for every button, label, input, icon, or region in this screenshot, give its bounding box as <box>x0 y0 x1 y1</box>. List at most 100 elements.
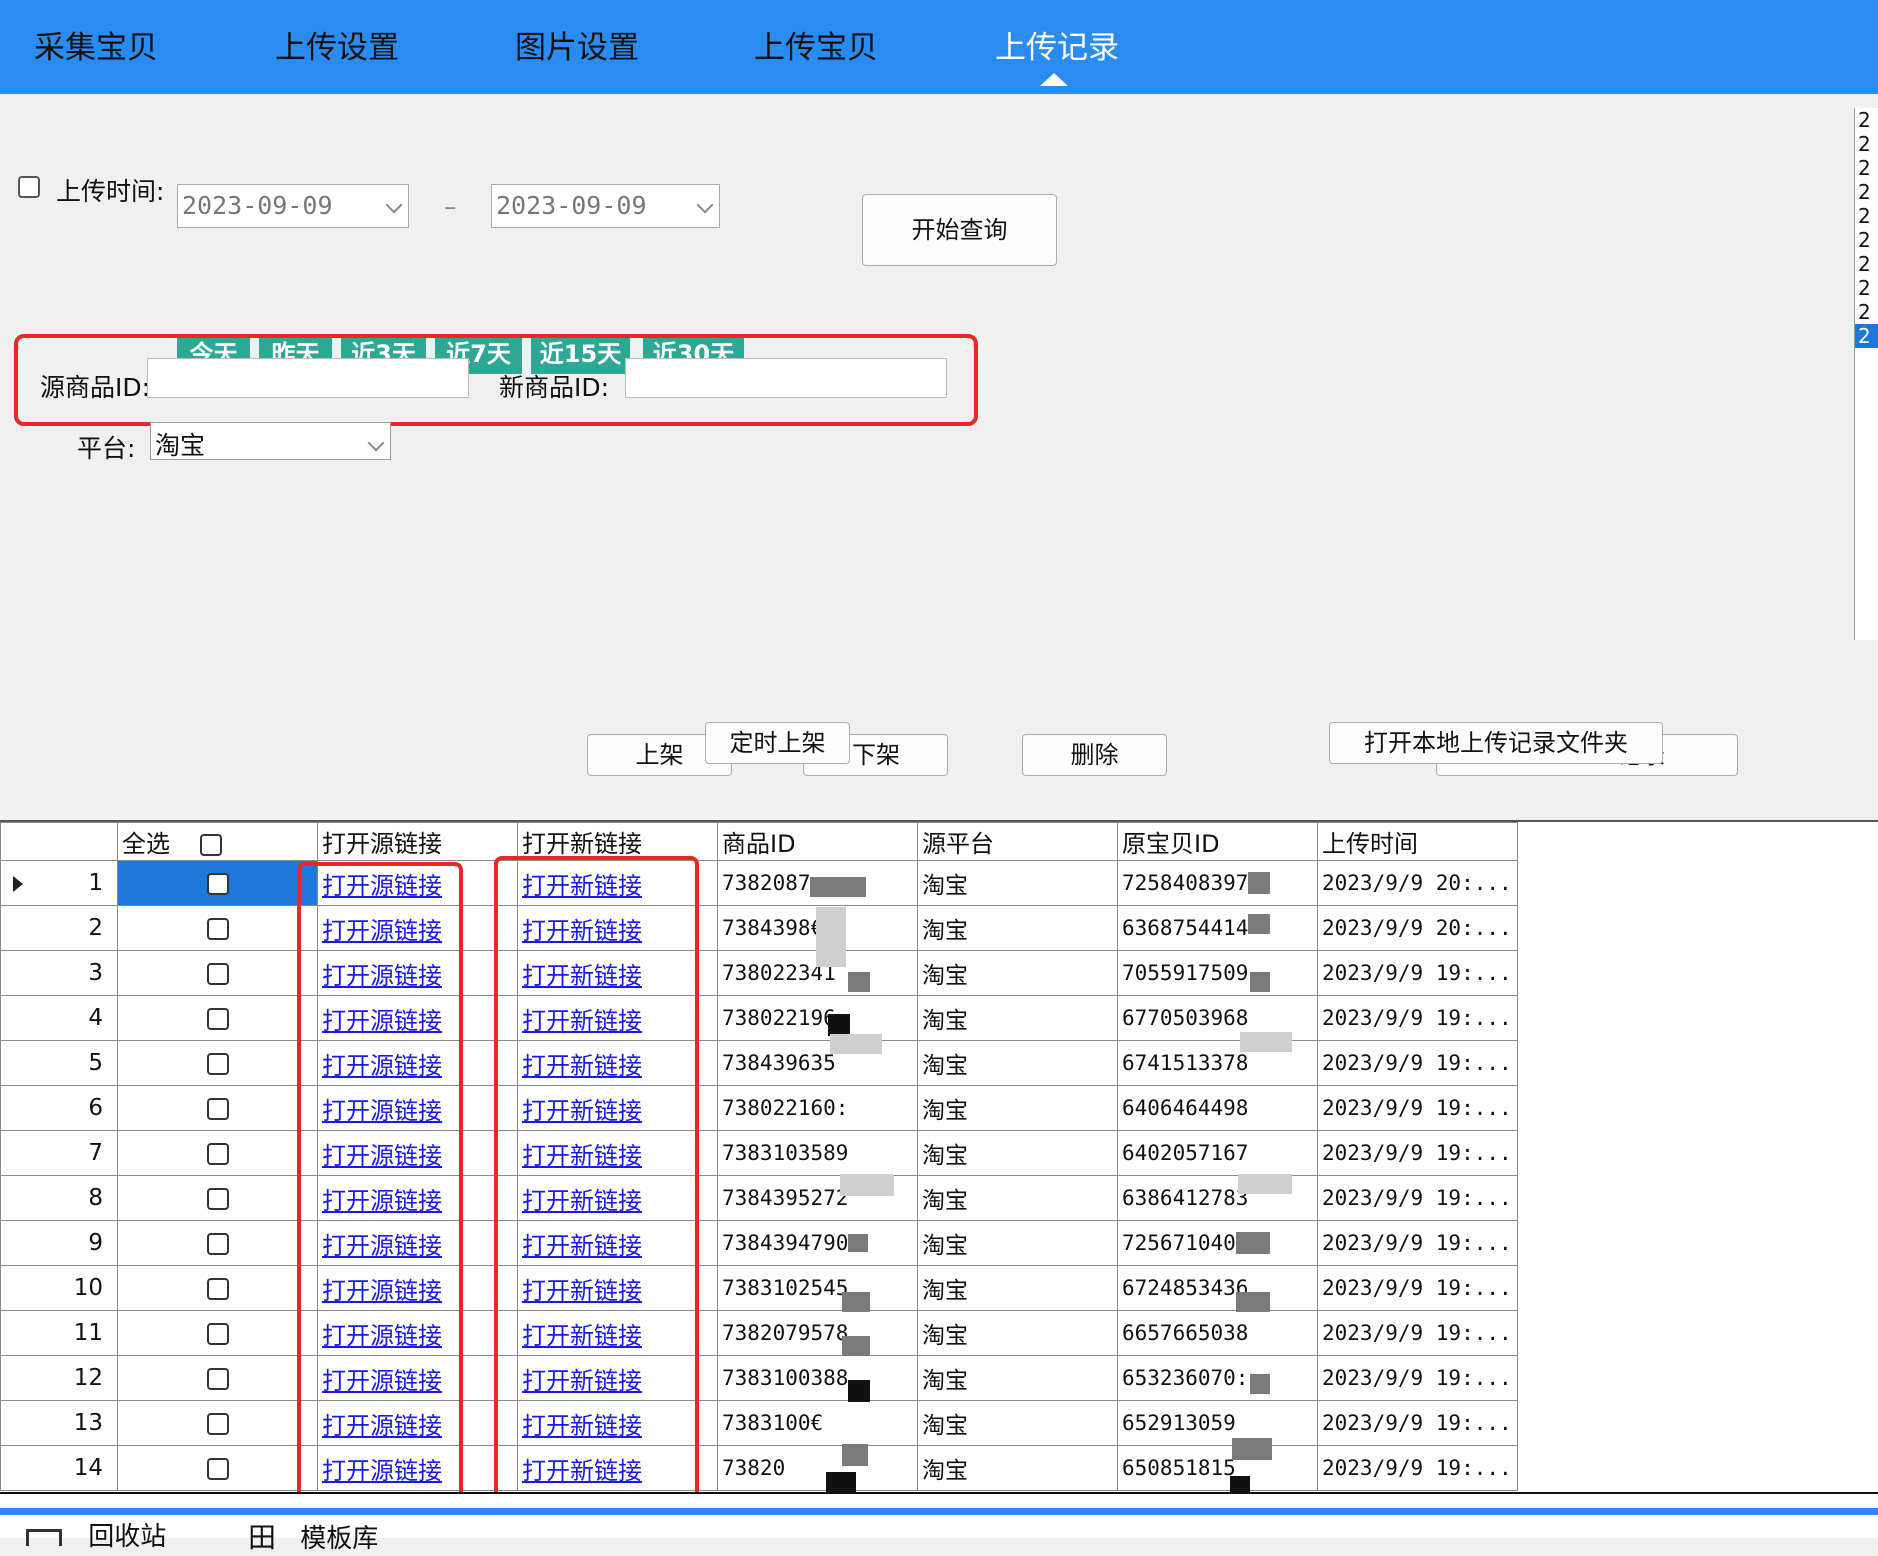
upload-time-cell-text: 2023/9/9 19:... <box>1322 1231 1512 1255</box>
row-checkbox[interactable] <box>206 872 229 895</box>
redaction-mark <box>810 877 866 897</box>
row-checkbox[interactable] <box>206 1412 229 1435</box>
upload-time-cell: 2023/9/9 19:... <box>1317 1130 1518 1176</box>
table-row[interactable]: 6 打开源链接 打开新链接 738022160: 淘宝 6406464498 2023/9/… <box>0 1085 1518 1131</box>
item-id-cell: 738022196 <box>717 995 918 1041</box>
platform-select[interactable]: 淘宝 <box>150 422 391 460</box>
original-id-cell-text: 6724853436 <box>1122 1276 1249 1300</box>
row-checkbox[interactable] <box>206 1322 229 1345</box>
original-id-cell: 72584083979 <box>1117 860 1318 906</box>
list-item[interactable]: 2 <box>1855 252 1878 276</box>
row-number-text: 1 <box>88 870 103 896</box>
bottom-accent-line <box>0 1508 1878 1515</box>
row-checkbox[interactable] <box>206 917 229 940</box>
list-item[interactable]: 2 <box>1855 108 1878 132</box>
row-checkbox[interactable] <box>206 1367 229 1390</box>
upload-time-cell-text: 2023/9/9 20:... <box>1322 916 1512 940</box>
end-date-picker[interactable]: 2023-09-09 <box>491 184 720 228</box>
source-platform-cell-text: 淘宝 <box>922 1368 968 1394</box>
item-id-cell-text: 7383100€ <box>722 1411 824 1435</box>
scheduled-list-button[interactable]: 定时上架 <box>705 722 850 764</box>
tab-upload-items[interactable]: 上传宝贝 <box>754 22 878 67</box>
row-checkbox[interactable] <box>206 1232 229 1255</box>
item-id-cell-text: 7382087 <box>722 871 811 895</box>
row-checkbox[interactable] <box>206 962 229 985</box>
table-row[interactable]: 7 打开源链接 打开新链接 7383103589 淘宝 6402057167 2023/9/… <box>0 1130 1518 1176</box>
delete-button[interactable]: 删除 <box>1022 734 1167 776</box>
list-item[interactable]: 2 <box>1855 204 1878 228</box>
row-checkbox[interactable] <box>206 1097 229 1120</box>
source-platform-cell: 淘宝 <box>917 1220 1118 1266</box>
tab-recycle-bin[interactable]: 回收站 <box>26 1516 166 1553</box>
list-item[interactable]: 2 <box>1855 300 1878 324</box>
row-number: 1 <box>0 860 118 906</box>
source-platform-cell-text: 淘宝 <box>922 1233 968 1259</box>
original-id-cell: 6724853436 <box>1117 1265 1318 1311</box>
list-item[interactable]: 2 <box>1855 156 1878 180</box>
table-row[interactable]: 3 打开源链接 打开新链接 738022341 淘宝 7055917509 2023/9/9… <box>0 950 1518 996</box>
start-query-button[interactable]: 开始查询 <box>862 194 1057 266</box>
source-platform-cell: 淘宝 <box>917 950 1118 996</box>
original-id-cell: 653236070: <box>1117 1355 1318 1401</box>
start-date-picker[interactable]: 2023-09-09 <box>177 184 409 228</box>
upload-time-cell-text: 2023/9/9 19:... <box>1322 1006 1512 1030</box>
original-id-cell-text: 7256710407 <box>1122 1231 1249 1255</box>
row-number-text: 11 <box>73 1320 103 1346</box>
list-item[interactable]: 2 <box>1855 228 1878 252</box>
row-select-cell <box>117 950 318 996</box>
tab-template-library[interactable]: 田 模板库 <box>248 1516 378 1556</box>
row-checkbox[interactable] <box>206 1142 229 1165</box>
table-row[interactable]: 13 打开源链接 打开新链接 7383100€ 淘宝 652913059 2023/9/9 … <box>0 1400 1518 1446</box>
source-platform-cell: 淘宝 <box>917 860 1118 906</box>
open-record-folder-button[interactable]: 打开本地上传记录文件夹 <box>1329 722 1663 764</box>
row-number-text: 8 <box>88 1185 103 1211</box>
table-row[interactable]: 9 打开源链接 打开新链接 7384394790 淘宝 7256710407 2023/9/… <box>0 1220 1518 1266</box>
chevron-down-icon <box>385 196 403 214</box>
table-row[interactable]: 1 打开源链接 打开新链接 7382087 淘宝 72584083979 2023/9/9 … <box>0 860 1518 906</box>
col-header-original-id: 原宝贝ID <box>1117 822 1318 861</box>
item-id-cell-text: 738022196 <box>722 1006 836 1030</box>
upload-time-checkbox[interactable] <box>18 176 40 198</box>
table-row[interactable]: 2 打开源链接 打开新链接 7384398€ 淘宝 6368754414 2023/9/9 … <box>0 905 1518 951</box>
redaction-mark <box>842 1336 870 1356</box>
row-checkbox[interactable] <box>206 1052 229 1075</box>
upload-time-cell: 2023/9/9 19:... <box>1317 950 1518 996</box>
tab-upload-settings[interactable]: 上传设置 <box>275 22 399 67</box>
table-row[interactable]: 14 打开源链接 打开新链接 73820 淘宝 650851815 2023/9/9 19:… <box>0 1445 1518 1491</box>
upload-time-cell: 2023/9/9 19:... <box>1317 1265 1518 1311</box>
list-item[interactable]: 2 <box>1855 132 1878 156</box>
row-checkbox[interactable] <box>206 1007 229 1030</box>
row-header-corner <box>0 822 118 861</box>
original-id-cell-text: 72584083979 <box>1122 871 1262 895</box>
table-row[interactable]: 10 打开源链接 打开新链接 7383102545 淘宝 6724853436 2023/9… <box>0 1265 1518 1311</box>
list-item[interactable]: 2 <box>1855 276 1878 300</box>
new-id-input[interactable] <box>625 358 947 398</box>
item-id-cell-text: 7383103589 <box>722 1141 849 1165</box>
col-header-upload-time: 上传时间 <box>1317 822 1518 861</box>
redaction-mark <box>816 907 846 967</box>
history-list[interactable]: 2 2 2 2 2 2 2 2 2 2 <box>1854 108 1878 640</box>
row-checkbox[interactable] <box>206 1277 229 1300</box>
source-platform-cell-text: 淘宝 <box>922 1323 968 1349</box>
original-id-cell-text: 6406464498 <box>1122 1096 1249 1120</box>
upload-time-cell-text: 2023/9/9 19:... <box>1322 1276 1512 1300</box>
recycle-bin-icon <box>26 1529 62 1546</box>
row-select-cell <box>117 1085 318 1131</box>
row-select-cell <box>117 1310 318 1356</box>
item-id-cell-text: 7384395272 <box>722 1186 849 1210</box>
source-id-input[interactable] <box>147 358 469 398</box>
list-item[interactable]: 2 <box>1855 180 1878 204</box>
list-item-selected[interactable]: 2 <box>1855 324 1878 348</box>
tab-collect-items[interactable]: 采集宝贝 <box>34 22 158 67</box>
tab-image-settings[interactable]: 图片设置 <box>515 22 639 67</box>
table-row[interactable]: 12 打开源链接 打开新链接 7383100388 淘宝 653236070: 2023/9… <box>0 1355 1518 1401</box>
select-all-checkbox[interactable] <box>199 834 222 856</box>
row-checkbox[interactable] <box>206 1457 229 1480</box>
row-number: 7 <box>0 1130 118 1176</box>
tab-upload-records[interactable]: 上传记录 <box>995 22 1119 67</box>
table-row[interactable]: 11 打开源链接 打开新链接 7382079578 淘宝 6657665038 2023/9… <box>0 1310 1518 1356</box>
records-table: 全选 打开源链接 打开新链接 商品ID 源平台 原宝贝ID 上传时间 1 打开源链… <box>0 822 1518 1491</box>
row-checkbox[interactable] <box>206 1187 229 1210</box>
original-id-cell-text: 653236070: <box>1122 1366 1249 1390</box>
row-number-text: 9 <box>88 1230 103 1256</box>
